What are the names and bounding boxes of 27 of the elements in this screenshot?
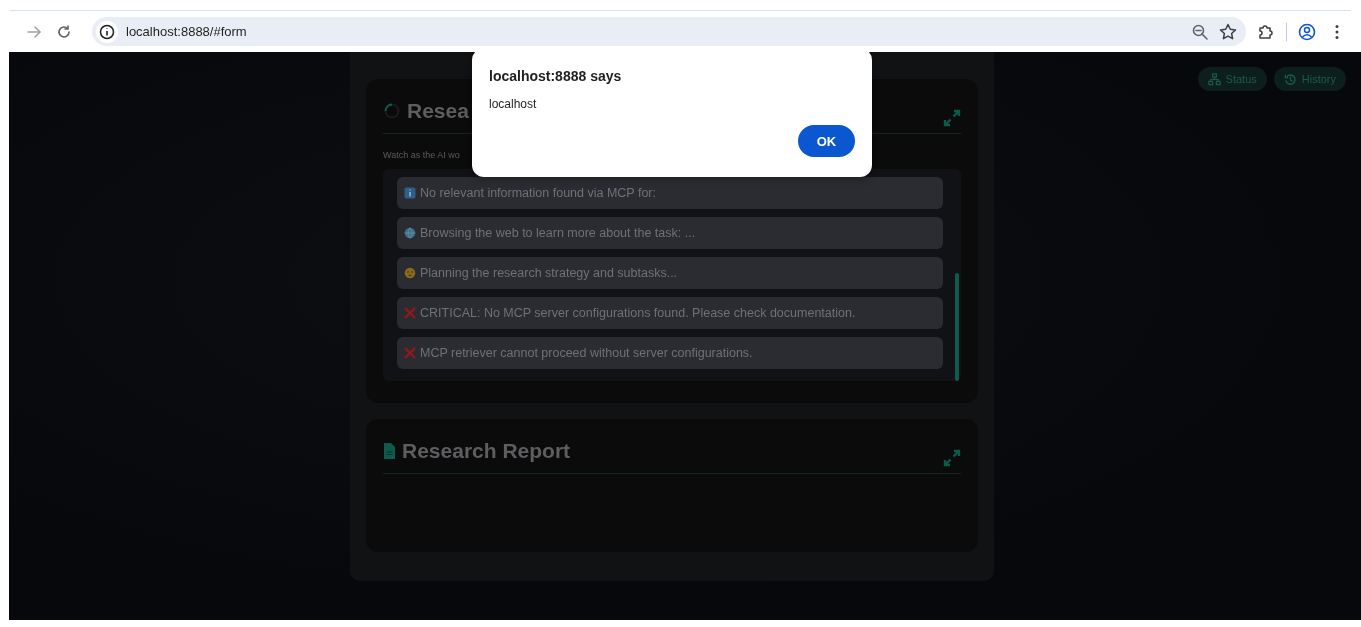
panel-title: Resea [407, 99, 469, 123]
dialog-message: localhost [489, 97, 538, 111]
ok-button[interactable]: OK [798, 125, 855, 157]
thinking-face-icon [404, 267, 416, 279]
panel-title: Research Report [402, 439, 571, 463]
network-icon [1207, 72, 1221, 86]
url-text: localhost:8888/#form [126, 24, 248, 39]
cross-icon [404, 307, 416, 319]
globe-icon [404, 227, 416, 239]
scrollbar-thumb[interactable] [955, 273, 959, 381]
dialog-title: localhost:8888 says [489, 68, 623, 84]
profile-icon[interactable] [1297, 21, 1317, 42]
document-icon [383, 442, 396, 460]
spinner-icon [383, 102, 401, 120]
address-bar[interactable]: localhost:8888/#form [92, 17, 1246, 46]
log-text: MCP retriever cannot proceed without server configurations. [420, 346, 753, 360]
expand-icon[interactable] [943, 449, 961, 467]
log-text: No relevant information found via MCP for: [420, 186, 656, 200]
panel-subtitle: Watch as the AI wo [383, 150, 461, 160]
log-text: Browsing the web to learn more about the task: ... [420, 226, 696, 240]
log-text: Planning the research strategy and subtasks... [420, 266, 678, 280]
expand-icon[interactable] [943, 109, 961, 127]
log-text: CRITICAL: No MCP server configurations found. Please check documentation. [420, 306, 856, 320]
info-icon [404, 187, 416, 199]
history-icon [1283, 72, 1297, 86]
star-icon[interactable] [1218, 21, 1238, 42]
cross-icon [404, 347, 416, 359]
